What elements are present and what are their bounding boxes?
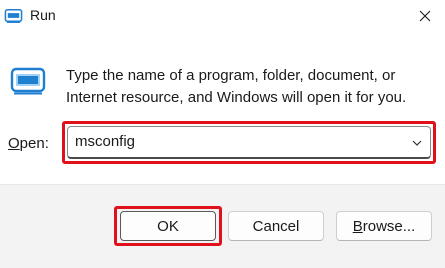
run-icon — [10, 67, 46, 95]
browse-label-rest: rowse... — [362, 217, 416, 235]
open-input[interactable]: msconfig — [75, 133, 135, 150]
cancel-button[interactable]: Cancel — [228, 211, 324, 241]
close-icon — [419, 10, 431, 22]
open-label-mnemonic: O — [8, 135, 20, 152]
window-title: Run — [30, 7, 56, 23]
chevron-down-icon[interactable] — [410, 136, 424, 150]
close-button[interactable] — [405, 0, 445, 32]
browse-mnemonic: B — [352, 217, 363, 235]
open-label-rest: pen: — [19, 135, 49, 152]
title-bar: Run — [0, 0, 445, 32]
ok-button[interactable]: OK — [120, 211, 216, 241]
open-combobox[interactable]: msconfig — [67, 126, 431, 159]
run-dialog: Run Type the name of a program, folder, … — [0, 0, 445, 268]
run-icon — [4, 9, 23, 23]
description-text: Type the name of a program, folder, docu… — [66, 67, 407, 106]
browse-button[interactable]: Browse... — [336, 211, 432, 241]
open-label: Open: — [8, 135, 49, 152]
